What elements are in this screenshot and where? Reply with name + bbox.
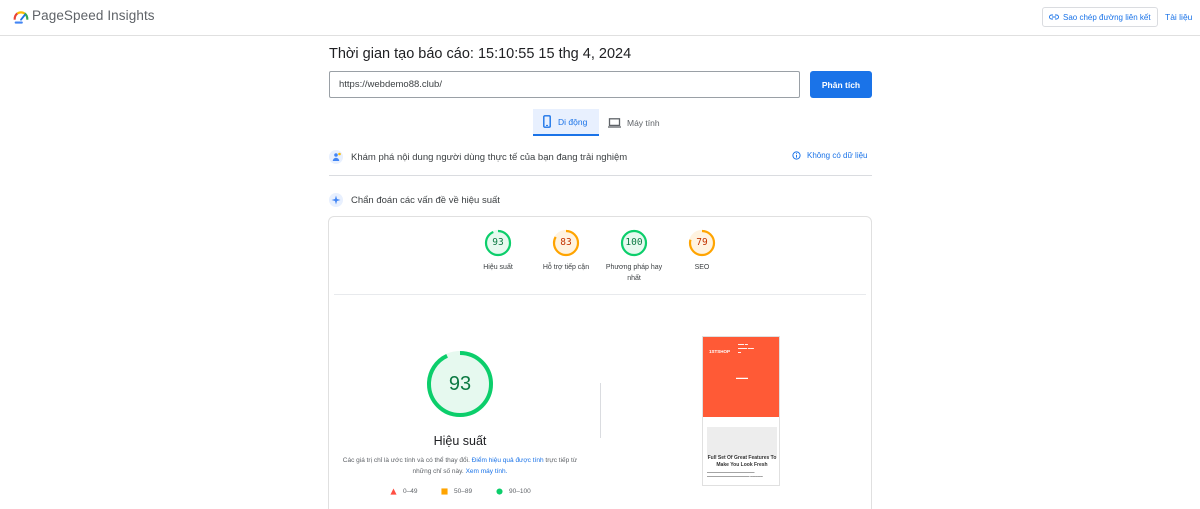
screenshot-body: ▬▬▬▬▬▬▬▬▬▬▬▬▬▬▬▬▬▬▬ ▬▬▬▬▬▬▬▬▬▬▬▬▬▬▬▬▬ ▬▬…: [707, 471, 763, 478]
square-icon: [441, 488, 448, 495]
score-value: 79: [696, 237, 708, 248]
score-label: Phương pháp hay nhất: [605, 264, 663, 282]
score-calc-link[interactable]: Điểm hiệu quả được tính: [472, 457, 544, 464]
tab-mobile[interactable]: Di động: [533, 109, 599, 136]
no-data-label: Không có dữ liệu: [807, 151, 868, 160]
page-title: Thời gian tạo báo cáo: 15:10:55 15 thg 4…: [329, 46, 632, 62]
score-gauge-best-practices[interactable]: 100 Phương pháp hay nhất: [599, 229, 669, 284]
brand-name[interactable]: PageSpeed Insights: [32, 8, 155, 23]
legend-label: 50–89: [454, 488, 473, 495]
analyze-button[interactable]: Phân tích: [810, 71, 872, 98]
screenshot-hero: ▬▬▬: [736, 375, 748, 380]
top-bar: PageSpeed Insights Sao chép đường liên k…: [0, 0, 1200, 36]
note-text: Các giá trị chỉ là ước tính và có thể th…: [342, 457, 470, 464]
mobile-icon: [543, 115, 551, 128]
legend-item-average: 50–89: [441, 488, 472, 495]
copy-link-button[interactable]: Sao chép đường liên kết: [1042, 7, 1158, 27]
performance-note: Các giá trị chỉ là ước tính và có thể th…: [340, 455, 580, 477]
url-input[interactable]: [329, 71, 800, 98]
divider: [329, 175, 872, 176]
tab-mobile-label: Di động: [558, 116, 588, 127]
tab-desktop-label: Máy tính: [627, 117, 660, 128]
score-value: 93: [492, 237, 504, 248]
docs-link[interactable]: Tài liệu: [1165, 12, 1192, 22]
score-gauge-performance[interactable]: 93 Hiệu suất: [463, 229, 533, 273]
screenshot-image: [707, 427, 777, 457]
legend-label: 0–49: [403, 488, 418, 495]
diagnose-label: Chẩn đoán các vấn đề về hiệu suất: [351, 194, 500, 206]
score-label: Hiệu suất: [483, 264, 513, 271]
tab-desktop[interactable]: Máy tính: [606, 109, 676, 136]
page-screenshot[interactable]: 1STSHOP ▬▬ ▬ ▬▬▬ ▬▬ ▬ ▬▬▬ Full Set Of Grea…: [702, 336, 780, 486]
score-value: 100: [625, 237, 643, 248]
no-data-link[interactable]: Không có dữ liệu: [792, 151, 868, 160]
pagespeed-logo-icon[interactable]: [12, 8, 30, 26]
screenshot-logo: 1STSHOP: [709, 349, 731, 354]
performance-label: Hiệu suất: [433, 434, 487, 448]
screenshot-menu: ▬▬ ▬ ▬▬▬ ▬▬ ▬: [738, 342, 754, 354]
legend-label: 90–100: [509, 488, 531, 495]
calculator-link[interactable]: Xem máy tính.: [466, 468, 508, 475]
field-data-section: Khám phá nội dung người dùng thực tế của…: [329, 147, 872, 167]
laptop-icon: [608, 117, 621, 128]
link-icon: [1049, 14, 1059, 20]
diagnose-section: Chẩn đoán các vấn đề về hiệu suất: [329, 190, 872, 210]
legend-item-pass: 90–100: [496, 488, 531, 495]
performance-score: 93: [448, 373, 472, 395]
users-icon: [329, 150, 343, 164]
field-data-label: Khám phá nội dung người dùng thực tế của…: [351, 151, 628, 163]
triangle-icon: [390, 488, 397, 495]
circle-icon: [496, 488, 503, 495]
lab-icon: [329, 193, 343, 207]
divider: [600, 383, 601, 438]
score-value: 83: [560, 237, 572, 248]
score-label: Hỗ trợ tiếp cận: [542, 264, 590, 271]
score-gauge-seo[interactable]: 79 SEO: [667, 229, 737, 273]
divider: [334, 294, 866, 295]
score-label: SEO: [694, 264, 710, 271]
screenshot-headline: Full Set Of Great Features To Make You L…: [707, 455, 777, 468]
copy-link-label: Sao chép đường liên kết: [1063, 12, 1151, 22]
info-icon: [792, 151, 801, 160]
legend-item-fail: 0–49: [390, 488, 417, 495]
score-gauge-accessibility[interactable]: 83 Hỗ trợ tiếp cận: [531, 229, 601, 273]
